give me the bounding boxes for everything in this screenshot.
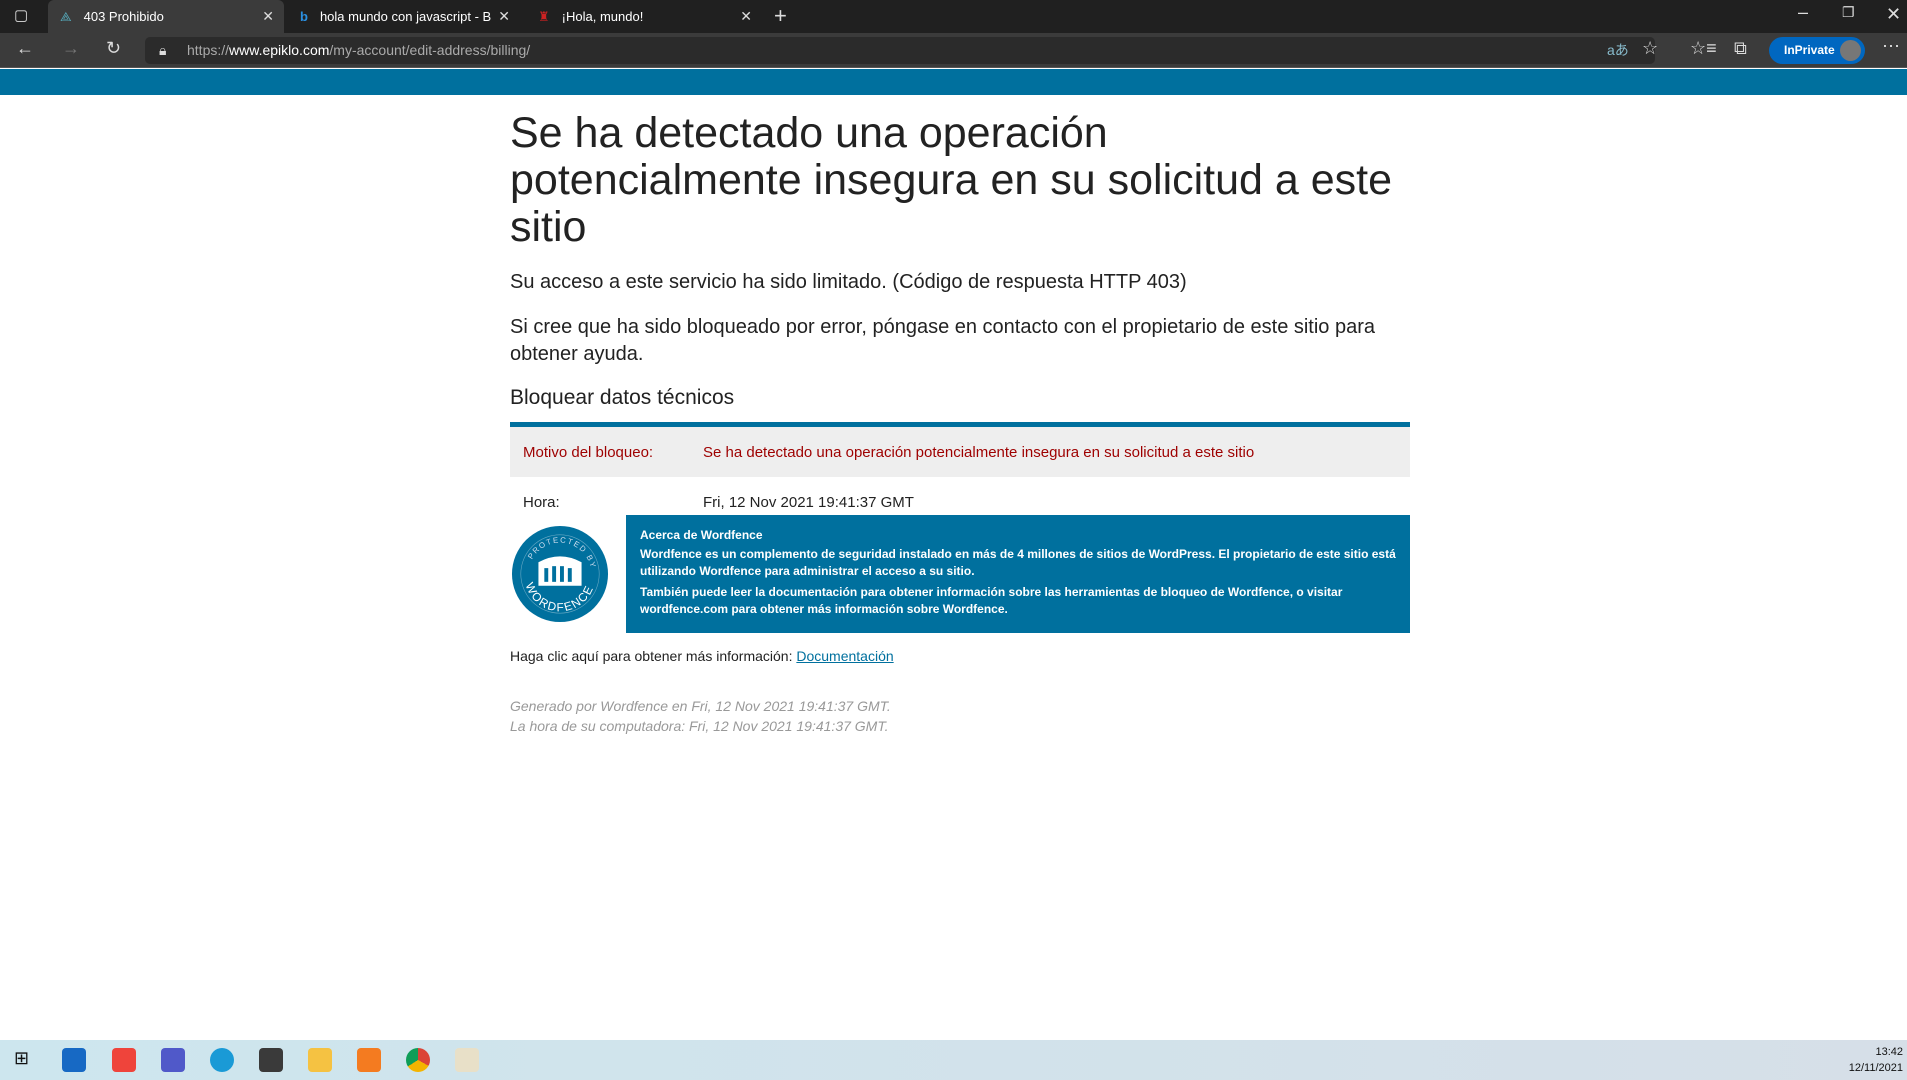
close-window-icon[interactable]: ✕	[1886, 4, 1901, 25]
tech-heading: Bloquear datos técnicos	[510, 386, 735, 409]
tab-title: 403 Prohibido	[83, 9, 164, 24]
inprivate-label: InPrivate	[1784, 43, 1835, 57]
wordfence-favicon: ⟁	[60, 8, 72, 24]
sublime-icon[interactable]	[259, 1048, 283, 1072]
xampp-icon[interactable]	[357, 1048, 381, 1072]
close-tab-icon[interactable]: ✕	[262, 8, 274, 25]
more-info-text: Haga clic aquí para obtener más informac…	[510, 648, 793, 664]
url-prefix: https://	[187, 42, 230, 58]
new-tab-icon[interactable]: +	[774, 3, 787, 29]
tower-icon: ♜	[538, 8, 550, 24]
translate-icon[interactable]: aあ	[1607, 37, 1629, 64]
about-wordfence-box: Acerca de Wordfence Wordfence es un comp…	[626, 515, 1410, 633]
favorites-icon[interactable]: ☆≡	[1690, 38, 1717, 59]
wordfence-section: PROTECTED BY WORDFENCE Acerca de Wordfen…	[510, 515, 1410, 633]
about-docs-text: También puede leer la documentación para…	[640, 585, 1343, 616]
more-info-line: Haga clic aquí para obtener más informac…	[510, 648, 894, 664]
bing-icon: b	[300, 9, 308, 24]
documentation-link[interactable]: Documentación	[796, 648, 893, 664]
url-domain: www.epiklo.com	[229, 42, 330, 58]
chrome-icon[interactable]	[406, 1048, 430, 1072]
computer-time-text: La hora de su computadora: Fri, 12 Nov 2…	[510, 718, 889, 734]
teams-icon[interactable]	[161, 1048, 185, 1072]
paint-icon[interactable]	[455, 1048, 479, 1072]
row-label: Hora:	[523, 493, 560, 511]
table-row: Motivo del bloqueo: Se ha detectado una o…	[510, 427, 1410, 477]
more-icon[interactable]: ⋯	[1882, 36, 1900, 57]
forward-icon[interactable]: →	[62, 38, 80, 59]
clock[interactable]: 13:42 12/11/2021	[1849, 1044, 1903, 1076]
page-title: Se ha detectado una operación potencialm…	[510, 109, 1393, 251]
about-title: Acerca de Wordfence	[640, 528, 763, 542]
start-icon[interactable]: ⊞	[14, 1048, 29, 1069]
row-value: Se ha detectado una operación potencialm…	[703, 443, 1255, 461]
back-icon[interactable]: ←	[16, 38, 34, 59]
url-path: /my-account/edit-address/billing/	[329, 42, 531, 58]
close-tab-icon[interactable]: ✕	[498, 8, 510, 25]
close-tab-icon[interactable]: ✕	[740, 8, 752, 25]
tab-title: hola mundo con javascript - Bing	[319, 9, 492, 24]
inprivate-button[interactable]: InPrivate	[1769, 37, 1865, 64]
about-text: Wordfence es un complemento de seguridad…	[640, 547, 1396, 578]
date: 12/11/2021	[1848, 1062, 1903, 1074]
refresh-icon[interactable]: ↻	[106, 38, 121, 59]
file-explorer-icon[interactable]	[308, 1048, 332, 1072]
tab-hola[interactable]: ♜ ¡Hola, mundo! ✕	[526, 0, 762, 33]
header-band	[0, 69, 1907, 95]
teamviewer-icon[interactable]	[62, 1048, 86, 1072]
url-input[interactable]: 🔒︎ https://www.epiklo.com/my-account/edit…	[145, 37, 1655, 64]
lock-icon: 🔒︎	[159, 42, 167, 58]
anydesk-icon[interactable]	[112, 1048, 136, 1072]
footer: Generado por Wordfence en Fri, 12 Nov 20…	[510, 696, 891, 736]
contact-owner-text: Si cree que ha sido bloqueado por error,…	[510, 316, 1376, 365]
tab-actions-icon[interactable]: ▢	[14, 6, 28, 24]
time: 13:42	[1875, 1046, 1903, 1058]
tab-403[interactable]: ⟁ 403 Prohibido ✕	[48, 0, 284, 33]
tab-bar: ▢ ⟁ 403 Prohibido ✕ b hola mundo con javasc…	[0, 0, 1907, 33]
edge-icon[interactable]	[210, 1048, 234, 1072]
restore-icon[interactable]: ❐	[1842, 4, 1855, 21]
minimize-icon[interactable]: –	[1798, 2, 1808, 23]
row-value: Fri, 12 Nov 2021 19:41:37 GMT	[703, 493, 914, 511]
add-favorite-icon[interactable]: ☆	[1642, 38, 1658, 59]
tab-title: ¡Hola, mundo!	[561, 9, 644, 24]
tech-table: Motivo del bloqueo: Se ha detectado una o…	[510, 422, 1410, 527]
wordfence-logo: PROTECTED BY WORDFENCE	[511, 525, 609, 623]
collections-icon[interactable]: ⧉	[1734, 38, 1747, 59]
taskbar: ⊞ 13:42 12/11/2021	[0, 1040, 1907, 1080]
address-bar-row: ← → ↻ 🔒︎ https://www.epiklo.com/my-accoun…	[0, 33, 1907, 68]
access-limited-text: Su acceso a este servicio ha sido limita…	[510, 271, 1187, 293]
tab-bing[interactable]: b hola mundo con javascript - Bing ✕	[288, 0, 520, 33]
row-label: Motivo del bloqueo:	[523, 443, 654, 461]
main-content: Se ha detectado una operación potencialm…	[510, 109, 1410, 734]
generated-text: Generado por Wordfence en Fri, 12 Nov 20…	[510, 698, 891, 714]
avatar	[1840, 40, 1861, 61]
